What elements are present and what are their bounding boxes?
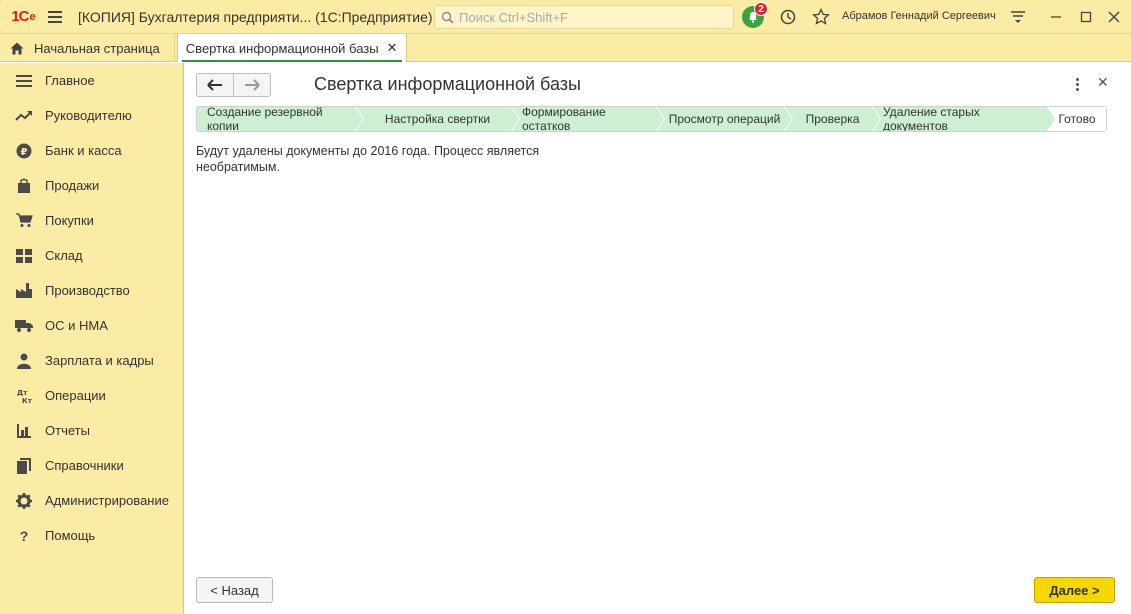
sidebar-item-sales[interactable]: Продажи: [0, 168, 183, 203]
step-settings[interactable]: Настройка свертки: [356, 107, 519, 131]
step-balances[interactable]: Формирование остатков: [512, 107, 664, 131]
main-form: Свертка информационной базы ✕ Создание р…: [185, 63, 1131, 614]
sidebar-item-warehouse[interactable]: Склад: [0, 238, 183, 273]
sidebar-item-label: Покупки: [45, 213, 94, 228]
sidebar-item-label: Производство: [45, 283, 130, 298]
step-done[interactable]: Готово: [1048, 107, 1106, 131]
page-title: Свертка информационной базы: [314, 74, 581, 94]
step-label: Готово: [1058, 112, 1096, 126]
step-backup[interactable]: Создание резервной копии: [197, 107, 363, 131]
settings-menu-icon[interactable]: [1008, 7, 1028, 27]
search-icon: [441, 11, 454, 24]
sidebar-item-label: Продажи: [45, 178, 100, 193]
search-placeholder: Поиск Ctrl+Shift+F: [459, 9, 568, 25]
close-form-icon[interactable]: ✕: [1097, 74, 1109, 91]
sidebar-item-label: Администрирование: [45, 493, 169, 508]
sidebar-item-operations[interactable]: Дт Кт Операции: [0, 378, 183, 413]
tab-close-icon[interactable]: ✕: [387, 40, 398, 56]
svg-text:Дт: Дт: [17, 389, 28, 397]
next-button[interactable]: Далее >: [1034, 577, 1115, 603]
step-label: Формирование остатков: [522, 106, 606, 132]
sidebar-item-manager[interactable]: Руководителю: [0, 98, 183, 133]
sidebar-item-administration[interactable]: Администрирование: [0, 483, 183, 518]
app-title: [КОПИЯ] Бухгалтерия предприяти... (1С:Пр…: [78, 8, 433, 25]
sidebar-item-directories[interactable]: Справочники: [0, 448, 183, 483]
wizard-steps: Создание резервной копии Настройка сверт…: [196, 106, 1107, 132]
ruble-coin-icon: ₽: [14, 141, 34, 161]
sidebar-item-label: Банк и касса: [45, 143, 122, 158]
sidebar-item-label: Справочники: [45, 458, 124, 473]
step-label: Проверка: [805, 112, 860, 126]
cart-icon: [14, 211, 34, 231]
bar-chart-icon: [14, 421, 34, 441]
tab-active-label: Свертка информационной базы: [185, 40, 379, 56]
sidebar: Главное Руководителю ₽ Банк и касса Прод…: [0, 63, 184, 614]
forward-arrow-icon[interactable]: [233, 74, 270, 96]
svg-text:₽: ₽: [21, 147, 28, 158]
svg-text:Кт: Кт: [22, 397, 32, 404]
home-icon: [10, 42, 24, 54]
sidebar-item-label: ОС и НМА: [45, 318, 108, 333]
sidebar-item-label: Главное: [45, 73, 95, 88]
sidebar-item-label: Операции: [45, 388, 106, 403]
trend-icon: [14, 106, 34, 126]
menu-lines-icon: [14, 71, 34, 91]
sidebar-item-assets[interactable]: ОС и НМА: [0, 308, 183, 343]
close-window-icon[interactable]: [1104, 7, 1124, 27]
truck-icon: [14, 316, 34, 336]
search-input[interactable]: Поиск Ctrl+Shift+F: [434, 5, 734, 29]
step-delete-docs[interactable]: Удаление старых документов: [873, 107, 1055, 131]
history-icon[interactable]: [778, 7, 798, 27]
favorites-star-icon[interactable]: [811, 7, 831, 27]
step-label: Создание резервной копии: [207, 106, 323, 132]
dt-kt-icon: Дт Кт: [14, 386, 34, 406]
step-operations-view[interactable]: Просмотр операций: [657, 107, 792, 131]
sidebar-item-main[interactable]: Главное: [0, 63, 183, 98]
sidebar-item-label: Зарплата и кадры: [45, 353, 154, 368]
gear-icon: [14, 491, 34, 511]
sidebar-item-label: Склад: [45, 248, 83, 263]
more-actions-icon[interactable]: [1073, 76, 1081, 92]
sidebar-item-label: Помощь: [45, 528, 96, 543]
back-arrow-icon[interactable]: [197, 74, 233, 96]
sidebar-item-reports[interactable]: Отчеты: [0, 413, 183, 448]
step-label: Удаление старых документов: [883, 106, 980, 132]
person-icon: [14, 351, 34, 371]
main-menu-icon[interactable]: [40, 0, 70, 34]
app-logo[interactable]: 1С е: [6, 0, 40, 34]
navigation-buttons: [196, 73, 271, 97]
sidebar-item-help[interactable]: ? Помощь: [0, 518, 183, 553]
logo-text: 1С: [11, 8, 29, 25]
sidebar-item-bank[interactable]: ₽ Банк и касса: [0, 133, 183, 168]
sidebar-item-label: Руководителю: [45, 108, 132, 123]
tab-bar: Начальная страница Свертка информационно…: [0, 34, 1131, 62]
step-label: Настройка свертки: [384, 112, 491, 126]
user-name[interactable]: Абрамов Геннадий Сергеевич: [842, 10, 996, 22]
step-check[interactable]: Проверка: [785, 107, 880, 131]
minimize-icon[interactable]: [1046, 7, 1066, 27]
question-icon: ?: [19, 527, 29, 544]
sidebar-item-production[interactable]: Производство: [0, 273, 183, 308]
books-icon: [14, 456, 34, 476]
sidebar-item-purchases[interactable]: Покупки: [0, 203, 183, 238]
warehouse-icon: [14, 246, 34, 266]
bag-icon: [14, 176, 34, 196]
factory-icon: [14, 281, 34, 301]
maximize-icon[interactable]: [1076, 7, 1096, 27]
warning-message: Будут удалены документы до 2016 года. Пр…: [196, 144, 540, 174]
tab-home[interactable]: Начальная страница: [0, 34, 175, 62]
sidebar-item-salary[interactable]: Зарплата и кадры: [0, 343, 183, 378]
back-button[interactable]: < Назад: [196, 577, 273, 603]
notification-count-badge: 2: [754, 2, 768, 16]
sidebar-item-label: Отчеты: [45, 423, 90, 438]
logo-mark: е: [29, 10, 36, 23]
step-label: Просмотр операций: [668, 112, 781, 126]
tab-home-label: Начальная страница: [34, 40, 160, 56]
tab-active[interactable]: Свертка информационной базы ✕: [176, 34, 407, 62]
